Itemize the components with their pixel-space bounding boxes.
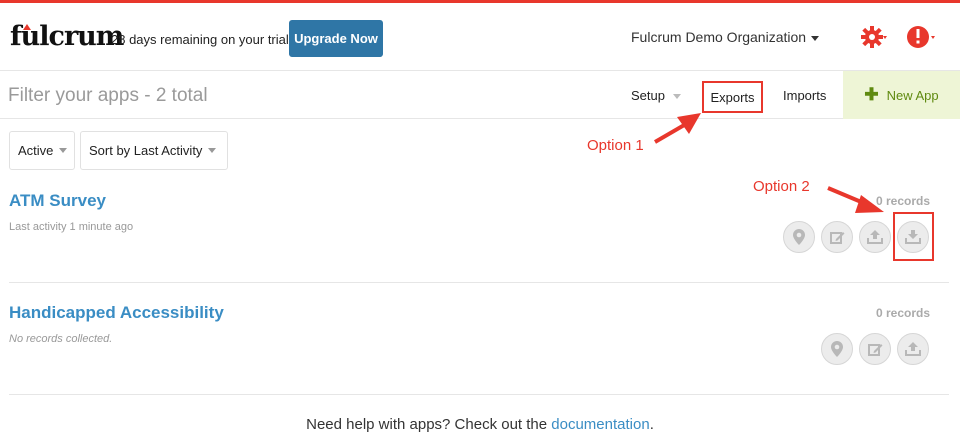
app-record-count: 0 records — [875, 194, 930, 208]
help-text-end: . — [649, 416, 654, 433]
map-view-button[interactable] — [821, 333, 853, 365]
upload-icon — [867, 230, 883, 244]
import-data-button[interactable] — [859, 221, 891, 253]
edit-icon — [829, 231, 844, 244]
sort-value: Sort by Last Activity — [89, 143, 203, 158]
upload-icon — [905, 342, 921, 356]
setup-label: Setup — [631, 88, 665, 103]
chevron-down-icon — [208, 148, 217, 153]
logo-accent-mark — [23, 24, 31, 30]
map-pin-icon — [831, 341, 843, 357]
edit-icon — [867, 343, 882, 356]
status-filter-select[interactable]: Active — [9, 131, 75, 170]
app-title-atm-survey[interactable]: ATM Survey — [9, 191, 106, 211]
trial-remaining-text: 28 days remaining on your trial — [111, 32, 289, 47]
settings-menu[interactable] — [861, 25, 887, 54]
organization-name: Fulcrum Demo Organization — [631, 29, 807, 45]
organization-dropdown[interactable]: Fulcrum Demo Organization — [631, 29, 820, 45]
sort-select[interactable]: Sort by Last Activity — [80, 131, 228, 170]
documentation-link[interactable]: documentation — [551, 416, 649, 433]
app-last-activity: Last activity 1 minute ago — [9, 221, 134, 233]
new-app-label: New App — [886, 87, 939, 103]
option-2-highlight-box — [893, 212, 934, 261]
edit-app-button[interactable] — [859, 333, 891, 365]
annotation-option-1: Option 1 — [587, 137, 644, 154]
status-filter-value: Active — [18, 143, 54, 158]
upgrade-now-button[interactable]: Upgrade Now — [289, 20, 383, 57]
exports-label: Exports — [710, 89, 755, 105]
plus-icon: ✚ — [864, 85, 879, 104]
annotation-option-2: Option 2 — [753, 178, 810, 195]
edit-app-button[interactable] — [821, 221, 853, 253]
chevron-down-icon — [672, 94, 681, 100]
help-footer: Need help with apps? Check out the docum… — [0, 416, 960, 433]
app-filter-bar: Setup Exports Imports ✚ New App — [0, 71, 960, 119]
help-text: Need help with apps? Check out the — [306, 416, 552, 433]
map-pin-icon — [793, 229, 805, 245]
setup-dropdown[interactable]: Setup — [631, 88, 681, 103]
chevron-down-icon — [59, 148, 68, 153]
info-icon — [907, 26, 935, 48]
import-data-button[interactable] — [897, 333, 929, 365]
new-app-button[interactable]: ✚ New App — [843, 71, 960, 119]
top-header: fulcrum 28 days remaining on your trial … — [0, 3, 960, 71]
info-menu[interactable] — [907, 25, 935, 54]
imports-link[interactable]: Imports — [783, 88, 826, 103]
app-record-count: 0 records — [875, 306, 930, 320]
map-view-button[interactable] — [783, 221, 815, 253]
row-divider — [9, 282, 949, 283]
filter-apps-input[interactable] — [8, 83, 568, 109]
gear-icon — [861, 26, 887, 48]
exports-link[interactable]: Exports — [702, 81, 763, 113]
row-divider — [9, 394, 949, 395]
chevron-down-icon — [811, 35, 820, 41]
app-no-records: No records collected. — [9, 333, 113, 345]
app-title-handicapped-accessibility[interactable]: Handicapped Accessibility — [9, 303, 224, 323]
